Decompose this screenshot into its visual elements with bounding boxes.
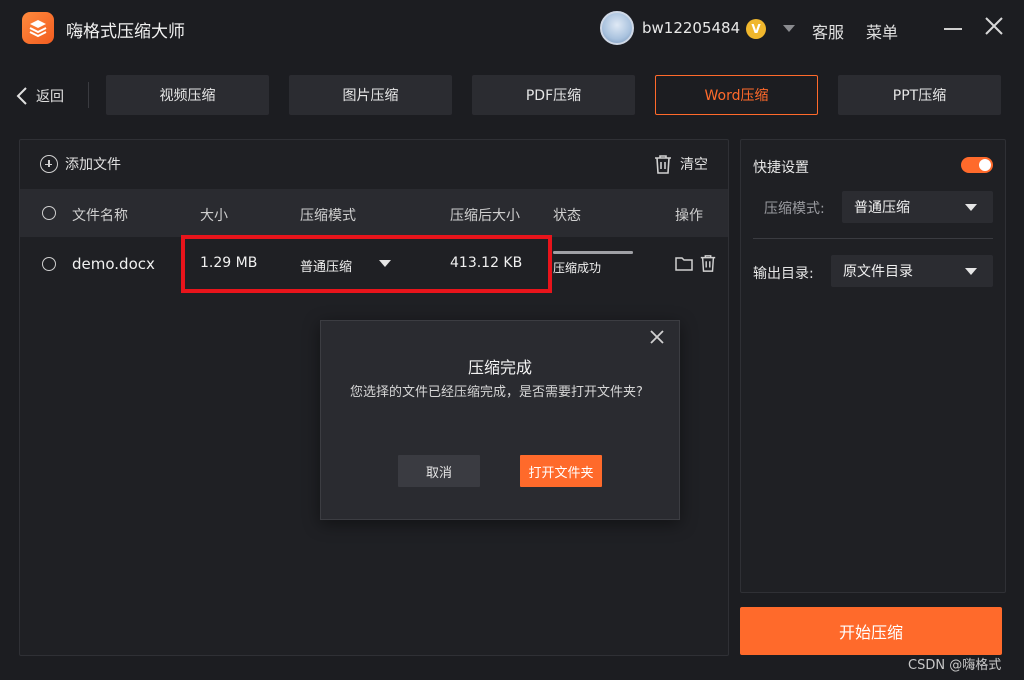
app-logo-icon (22, 12, 54, 44)
dialog-cancel-button[interactable]: 取消 (398, 455, 480, 487)
dialog-close-icon[interactable] (648, 328, 666, 346)
app-title: 嗨格式压缩大师 (66, 22, 185, 42)
quick-settings-toggle[interactable] (961, 157, 993, 173)
settings-divider (753, 238, 993, 239)
header-mode: 压缩模式 (300, 208, 356, 224)
tab-word-compress[interactable]: Word压缩 (655, 75, 818, 115)
close-window-icon[interactable] (982, 14, 1006, 38)
header-file-name: 文件名称 (72, 208, 128, 224)
add-file-label: 添加文件 (65, 157, 121, 173)
customer-service-link[interactable]: 客服 (812, 19, 844, 43)
tab-ppt-compress[interactable]: PPT压缩 (838, 75, 1001, 115)
add-file-button[interactable]: 添加文件 (40, 154, 121, 174)
vip-badge-icon: V (746, 19, 766, 39)
output-dir-value: 原文件目录 (843, 264, 913, 280)
start-compress-button[interactable]: 开始压缩 (740, 607, 1002, 655)
clear-button[interactable]: 清空 (654, 154, 708, 174)
tab-video-compress[interactable]: 视频压缩 (106, 75, 269, 115)
username[interactable]: bw12205484 (642, 19, 740, 37)
user-menu-chevron-icon[interactable] (783, 25, 795, 32)
dialog-title: 压缩完成 (467, 358, 532, 377)
quick-settings-label: 快捷设置 (753, 160, 809, 176)
add-circle-icon (40, 155, 58, 173)
back-label: 返回 (36, 89, 64, 105)
header-compressed-size: 压缩后大小 (450, 208, 520, 224)
tab-pdf-compress[interactable]: PDF压缩 (472, 75, 635, 115)
chevron-down-icon (965, 268, 977, 275)
header-status: 状态 (553, 208, 581, 224)
row-status: 压缩成功 (553, 261, 602, 275)
trash-icon (655, 155, 671, 174)
output-dir-label: 输出目录: (753, 266, 814, 282)
mode-setting-label: 压缩模式: (764, 201, 825, 217)
mode-setting-select[interactable]: 普通压缩 (842, 191, 993, 223)
back-button[interactable]: 返回 (16, 84, 64, 108)
mode-setting-value: 普通压缩 (854, 200, 910, 216)
completion-dialog (320, 320, 680, 520)
row-delete-icon[interactable] (699, 254, 717, 276)
user-avatar[interactable] (600, 11, 634, 45)
select-all-radio[interactable] (42, 206, 56, 220)
annotation-highlight-box (181, 235, 552, 293)
header-size: 大小 (200, 208, 228, 224)
tab-image-compress[interactable]: 图片压缩 (289, 75, 452, 115)
row-select-radio[interactable] (42, 257, 56, 271)
chevron-left-icon (16, 87, 27, 105)
watermark: CSDN @嗨格式 (908, 658, 1002, 673)
minimize-icon[interactable] (944, 28, 962, 30)
chevron-down-icon (965, 204, 977, 211)
menu-link[interactable]: 菜单 (866, 19, 898, 43)
clear-label: 清空 (680, 157, 708, 173)
progress-fill (553, 251, 633, 254)
open-folder-button[interactable]: 打开文件夹 (520, 455, 602, 487)
row-file-name: demo.docx (72, 255, 155, 273)
nav-divider (88, 82, 89, 108)
header-actions: 操作 (675, 208, 703, 224)
output-dir-select[interactable]: 原文件目录 (831, 255, 993, 287)
dialog-message: 您选择的文件已经压缩完成，是否需要打开文件夹? (350, 385, 643, 400)
open-folder-icon[interactable] (675, 255, 693, 275)
